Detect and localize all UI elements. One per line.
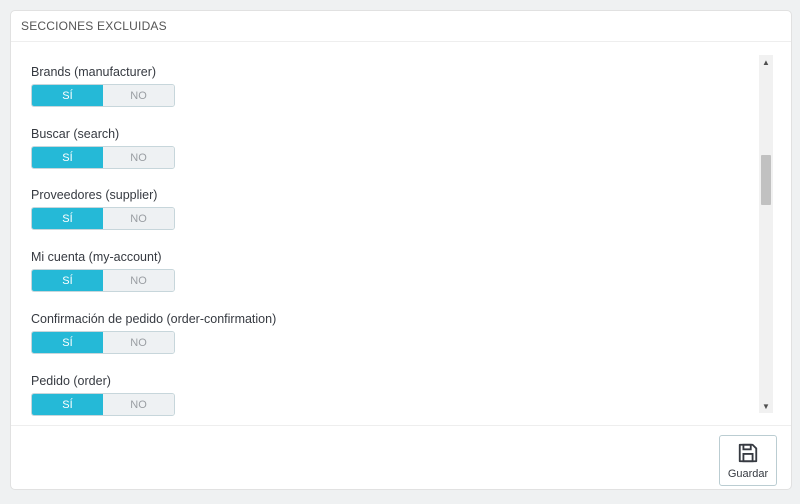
toggle-no[interactable]: NO <box>103 147 174 168</box>
scrollbar[interactable]: ▲ ▼ <box>759 55 773 413</box>
field-search: Buscar (search) SÍ NO <box>31 125 175 169</box>
scroll-down-arrow-icon[interactable]: ▼ <box>759 399 773 413</box>
sections-list: Brands (manufacturer) SÍ NO Buscar (sear… <box>11 55 776 423</box>
my-account-toggle[interactable]: SÍ NO <box>31 269 175 292</box>
supplier-toggle[interactable]: SÍ NO <box>31 207 175 230</box>
toggle-yes[interactable]: SÍ <box>32 85 103 106</box>
toggle-no[interactable]: NO <box>103 85 174 106</box>
field-label: Buscar (search) <box>31 127 120 141</box>
save-button-label: Guardar <box>727 467 769 480</box>
toggle-yes[interactable]: SÍ <box>32 208 103 229</box>
order-toggle[interactable]: SÍ NO <box>31 393 175 416</box>
brands-toggle[interactable]: SÍ NO <box>31 84 175 107</box>
field-order: Pedido (order) SÍ NO <box>31 372 175 416</box>
save-button[interactable]: Guardar <box>719 435 777 486</box>
toggle-yes[interactable]: SÍ <box>32 147 103 168</box>
field-label: Confirmación de pedido (order-confirmati… <box>31 312 277 326</box>
field-label: Mi cuenta (my-account) <box>31 250 162 264</box>
panel-footer: Guardar <box>11 425 791 489</box>
toggle-yes[interactable]: SÍ <box>32 270 103 291</box>
field-brands: Brands (manufacturer) SÍ NO <box>31 63 175 107</box>
search-toggle[interactable]: SÍ NO <box>31 146 175 169</box>
toggle-no[interactable]: NO <box>103 394 174 415</box>
scrollbar-thumb[interactable] <box>761 155 771 205</box>
field-my-account: Mi cuenta (my-account) SÍ NO <box>31 248 175 292</box>
excluded-sections-panel: SECCIONES EXCLUIDAS Brands (manufacturer… <box>10 10 792 490</box>
toggle-no[interactable]: NO <box>103 208 174 229</box>
toggle-no[interactable]: NO <box>103 332 174 353</box>
field-label: Brands (manufacturer) <box>31 65 157 79</box>
floppy-disk-icon <box>738 443 758 462</box>
panel-title: SECCIONES EXCLUIDAS <box>11 11 791 42</box>
field-label: Proveedores (supplier) <box>31 188 158 202</box>
field-order-confirmation: Confirmación de pedido (order-confirmati… <box>31 310 276 354</box>
toggle-yes[interactable]: SÍ <box>32 394 103 415</box>
scroll-up-arrow-icon[interactable]: ▲ <box>759 55 773 69</box>
toggle-no[interactable]: NO <box>103 270 174 291</box>
field-supplier: Proveedores (supplier) SÍ NO <box>31 186 175 230</box>
toggle-yes[interactable]: SÍ <box>32 332 103 353</box>
field-label: Pedido (order) <box>31 374 111 388</box>
order-confirmation-toggle[interactable]: SÍ NO <box>31 331 175 354</box>
